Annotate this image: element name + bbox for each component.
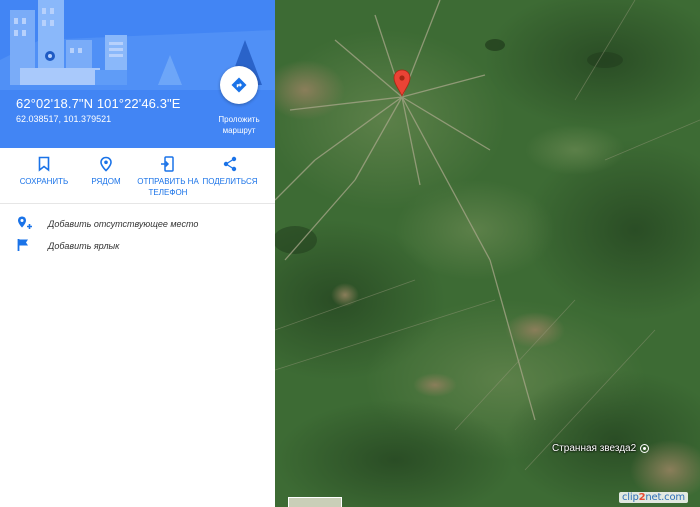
place-pin-icon	[640, 444, 650, 453]
place-panel: 62°02'18.7"N 101°22'46.3"E 62.038517, 10…	[0, 0, 275, 507]
action-bar: СОХРАНИТЬ РЯДОМ ОТПРАВИТЬ НА ТЕЛЕФОН ПОД…	[0, 148, 275, 204]
satellite-imagery[interactable]	[275, 0, 700, 507]
add-label-item[interactable]: Добавить ярлык	[0, 234, 275, 256]
send-to-phone-icon	[161, 156, 174, 172]
nearby-button[interactable]: РЯДОМ	[74, 156, 138, 187]
add-label-label: Добавить ярлык	[48, 241, 120, 251]
directions-label[interactable]: Проложить маршрут	[205, 114, 273, 136]
place-header: 62°02'18.7"N 101°22'46.3"E 62.038517, 10…	[0, 0, 275, 148]
map-place-label[interactable]: Странная звезда2	[552, 443, 650, 454]
send-to-phone-button[interactable]: ОТПРАВИТЬ НА ТЕЛЕФОН	[136, 156, 200, 198]
share-label: ПОДЕЛИТЬСЯ	[202, 177, 258, 186]
share-button[interactable]: ПОДЕЛИТЬСЯ	[198, 156, 262, 187]
coordinates-dms: 62°02'18.7"N 101°22'46.3"E	[16, 96, 181, 111]
flag-icon	[17, 239, 28, 251]
nearby-icon	[100, 156, 112, 172]
directions-icon	[231, 77, 247, 93]
map-place-name: Странная звезда2	[552, 443, 637, 454]
save-label: СОХРАНИТЬ	[19, 177, 69, 186]
send-to-phone-label: ОТПРАВИТЬ НА ТЕЛЕФОН	[137, 177, 199, 197]
add-place-icon	[18, 216, 32, 229]
place-options-list: Добавить отсутствующее место Добавить яр…	[0, 212, 275, 256]
share-icon	[223, 156, 237, 172]
watermark-logo: clip2net.com	[619, 492, 688, 503]
directions-button[interactable]	[220, 66, 258, 104]
save-button[interactable]: СОХРАНИТЬ	[12, 156, 76, 187]
satellite-map[interactable]: Странная звезда2 clip2net.com	[275, 0, 700, 507]
watermark-suffix: net.com	[645, 492, 685, 503]
coordinates-decimal: 62.038517, 101.379521	[16, 114, 112, 124]
map-type-thumbnail[interactable]	[288, 497, 342, 507]
add-missing-place-item[interactable]: Добавить отсутствующее место	[0, 212, 275, 234]
bookmark-icon	[38, 156, 50, 172]
add-missing-place-label: Добавить отсутствующее место	[48, 219, 199, 229]
watermark-prefix: clip	[622, 492, 639, 503]
nearby-label: РЯДОМ	[91, 177, 121, 186]
